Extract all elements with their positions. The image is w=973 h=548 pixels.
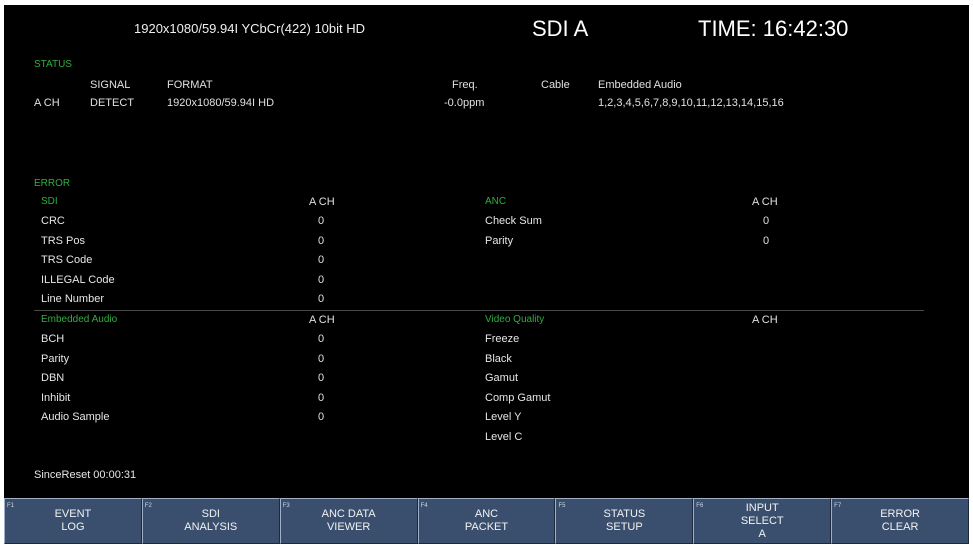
audio-value-audio-sample: 0	[318, 411, 325, 423]
audio-label-audio-sample: Audio Sample	[41, 411, 110, 423]
sdi-label-illegal-code: ILLEGAL Code	[41, 274, 115, 286]
fkey-line1: INPUT	[745, 501, 779, 514]
audio-title: Embedded Audio	[41, 314, 118, 325]
status-col-audio: Embedded Audio	[598, 79, 682, 91]
video-label-level-c: Level C	[485, 431, 523, 443]
fkey-line1: EVENT	[54, 508, 92, 520]
sdi-label-crc: CRC	[41, 215, 65, 227]
f1-event-log-button[interactable]: F1 EVENT LOG	[4, 498, 142, 544]
sdi-col-header: A CH	[309, 196, 335, 208]
f3-anc-data-viewer-button[interactable]: F3 ANC DATA VIEWER	[279, 498, 418, 544]
function-key-bar: F1 EVENT LOG F2 SDI ANALYSIS F3 ANC DATA…	[4, 498, 969, 544]
sdi-value-trs-code: 0	[318, 254, 325, 266]
fkey-line2: SELECT	[740, 514, 784, 527]
f4-anc-packet-button[interactable]: F4 ANC PACKET	[417, 498, 556, 544]
status-title: STATUS	[34, 59, 72, 70]
audio-value-parity: 0	[318, 353, 325, 365]
f2-sdi-analysis-button[interactable]: F2 SDI ANALYSIS	[141, 498, 280, 544]
f7-error-clear-button[interactable]: F7 ERROR CLEAR	[831, 498, 969, 544]
video-label-black: Black	[485, 353, 512, 365]
status-col-format: FORMAT	[167, 79, 213, 91]
header-input: SDI A	[532, 16, 589, 41]
fkey-line2: CLEAR	[881, 521, 919, 533]
video-label-gamut: Gamut	[485, 372, 519, 384]
video-label-level-y: Level Y	[485, 411, 522, 423]
status-col-cable: Cable	[541, 79, 570, 91]
fkey-number: F4	[420, 503, 428, 509]
fkey-number: F7	[834, 503, 842, 509]
audio-col-header: A CH	[309, 314, 335, 326]
sdi-value-crc: 0	[318, 215, 325, 227]
sdi-title: SDI	[41, 196, 58, 207]
anc-value-parity: 0	[763, 235, 770, 247]
status-format: 1920x1080/59.94I HD	[167, 97, 275, 109]
sdi-value-illegal-code: 0	[318, 274, 325, 286]
fkey-number: F5	[558, 503, 566, 509]
fkey-line3: A	[758, 527, 766, 540]
audio-value-bch: 0	[318, 333, 325, 345]
monitor-screen: 1920x1080/59.94I YCbCr(422) 10bit HD SDI…	[4, 5, 969, 544]
fkey-line1: ERROR	[880, 508, 920, 520]
status-signal: DETECT	[90, 97, 134, 109]
audio-label-dbn: DBN	[41, 372, 65, 384]
status-audio: 1,2,3,4,5,6,7,8,9,10,11,12,13,14,15,16	[598, 97, 784, 109]
f6-input-select-button[interactable]: F6 INPUT SELECT A	[693, 498, 832, 544]
header-time: TIME: 16:42:30	[698, 16, 849, 41]
error-title: ERROR	[34, 178, 71, 189]
audio-value-dbn: 0	[318, 372, 325, 384]
section-divider	[34, 310, 924, 311]
sdi-label-line-number: Line Number	[41, 293, 104, 305]
fkey-number: F2	[144, 503, 152, 509]
fkey-line2: LOG	[61, 521, 85, 533]
header-format: 1920x1080/59.94I YCbCr(422) 10bit HD	[134, 21, 366, 36]
fkey-line2: SETUP	[606, 521, 643, 533]
video-title: Video Quality	[485, 314, 545, 325]
fkey-line2: PACKET	[464, 521, 509, 533]
video-label-comp-gamut: Comp Gamut	[485, 392, 551, 404]
video-col-header: A CH	[752, 314, 778, 326]
audio-value-inhibit: 0	[318, 392, 325, 404]
sdi-value-trs-pos: 0	[318, 235, 325, 247]
fkey-number: F3	[282, 503, 290, 509]
anc-value-check-sum: 0	[763, 215, 770, 227]
sdi-label-trs-pos: TRS Pos	[41, 235, 86, 247]
anc-col-header: A CH	[752, 196, 778, 208]
fkey-line1: SDI	[201, 508, 220, 520]
anc-label-check-sum: Check Sum	[485, 215, 542, 227]
anc-label-parity: Parity	[485, 235, 514, 247]
fkey-line1: ANC	[474, 508, 499, 520]
fkey-line2: VIEWER	[326, 521, 371, 533]
status-col-signal: SIGNAL	[90, 79, 131, 91]
anc-title: ANC	[485, 196, 507, 207]
status-channel: A CH	[34, 97, 60, 109]
fkey-number: F6	[696, 503, 704, 509]
since-reset: SinceReset 00:00:31	[34, 469, 137, 481]
status-freq: -0.0ppm	[444, 97, 485, 109]
sdi-value-line-number: 0	[318, 293, 325, 305]
fkey-number: F1	[7, 503, 15, 509]
audio-label-bch: BCH	[41, 333, 65, 345]
audio-label-inhibit: Inhibit	[41, 392, 71, 404]
fkey-line2: ANALYSIS	[184, 521, 238, 533]
fkey-line1: ANC DATA	[321, 508, 376, 520]
status-col-freq: Freq.	[452, 79, 478, 91]
fkey-line1: STATUS	[603, 508, 646, 520]
sdi-label-trs-code: TRS Code	[41, 254, 93, 266]
video-label-freeze: Freeze	[485, 333, 520, 345]
audio-label-parity: Parity	[41, 353, 70, 365]
f5-status-setup-button[interactable]: F5 STATUS SETUP	[555, 498, 694, 544]
